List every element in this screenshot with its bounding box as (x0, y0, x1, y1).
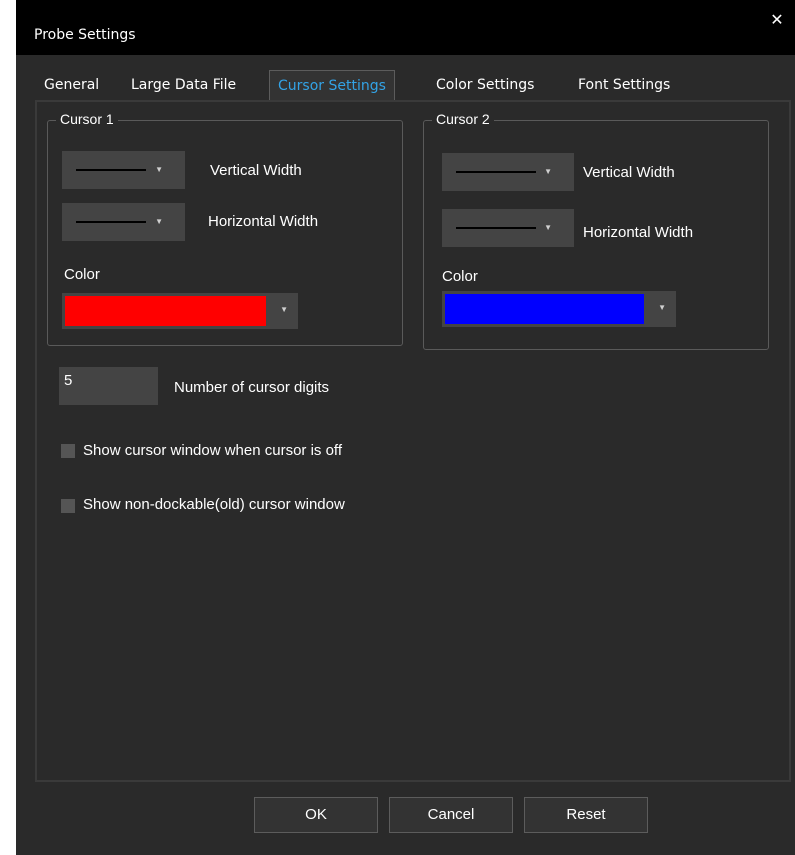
cursor1-vertical-width-select[interactable]: ▼ (62, 151, 185, 189)
cursor1-horizontal-width-select[interactable]: ▼ (62, 203, 185, 241)
probe-settings-dialog: Probe Settings ✕ General Large Data File… (16, 0, 795, 855)
window-title: Probe Settings (34, 27, 136, 43)
line-sample-icon (456, 227, 536, 229)
cursor1-color-swatch (65, 296, 266, 326)
line-sample-icon (456, 171, 536, 173)
show-cursor-window-checkbox[interactable] (61, 444, 75, 458)
line-sample-icon (76, 169, 146, 171)
tab-font-settings[interactable]: Font Settings (578, 70, 670, 100)
cursor-digits-label: Number of cursor digits (174, 379, 330, 396)
show-non-dockable-checkbox[interactable] (61, 499, 75, 513)
close-icon[interactable]: ✕ (767, 10, 787, 30)
cancel-button[interactable]: Cancel (389, 797, 513, 833)
cursor2-color-label: Color (442, 268, 478, 285)
chevron-down-icon: ▼ (155, 165, 163, 174)
cursor1-legend: Cursor 1 (56, 111, 118, 127)
chevron-down-icon: ▼ (155, 217, 163, 226)
cursor2-color-swatch (445, 294, 644, 324)
cursor-digits-input[interactable]: 5 (59, 367, 158, 405)
show-non-dockable-label[interactable]: Show non-dockable(old) cursor window (83, 496, 345, 513)
cursor2-group: Cursor 2 ▼ Vertical Width ▼ Horizontal W… (423, 111, 769, 350)
cursor-settings-panel: Cursor 1 ▼ Vertical Width ▼ Horizontal W… (35, 100, 791, 782)
cursor2-vertical-width-label: Vertical Width (583, 164, 675, 181)
cursor2-horizontal-width-select[interactable]: ▼ (442, 209, 574, 247)
line-sample-icon (76, 221, 146, 223)
cursor2-horizontal-width-label: Horizontal Width (583, 224, 694, 241)
cursor1-vertical-width-label: Vertical Width (210, 162, 302, 179)
chevron-down-icon: ▼ (544, 167, 552, 176)
title-bar: Probe Settings ✕ (16, 0, 795, 55)
cursor1-color-label: Color (64, 266, 100, 283)
cursor2-vertical-width-select[interactable]: ▼ (442, 153, 574, 191)
tab-large-data-file[interactable]: Large Data File (131, 70, 236, 100)
tab-general[interactable]: General (44, 70, 99, 100)
cursor1-color-select[interactable]: ▼ (62, 293, 298, 329)
tab-color-settings[interactable]: Color Settings (436, 70, 534, 100)
tab-strip: General Large Data File Cursor Settings … (34, 70, 794, 101)
cursor2-legend: Cursor 2 (432, 111, 494, 127)
cursor1-horizontal-width-label: Horizontal Width (208, 213, 319, 230)
chevron-down-icon: ▼ (658, 303, 666, 312)
tab-cursor-settings[interactable]: Cursor Settings (269, 70, 395, 101)
chevron-down-icon: ▼ (544, 223, 552, 232)
cursor1-group: Cursor 1 ▼ Vertical Width ▼ Horizontal W… (47, 111, 403, 346)
cursor2-color-select[interactable]: ▼ (442, 291, 676, 327)
show-cursor-window-label[interactable]: Show cursor window when cursor is off (83, 442, 342, 459)
chevron-down-icon: ▼ (280, 305, 288, 314)
reset-button[interactable]: Reset (524, 797, 648, 833)
ok-button[interactable]: OK (254, 797, 378, 833)
